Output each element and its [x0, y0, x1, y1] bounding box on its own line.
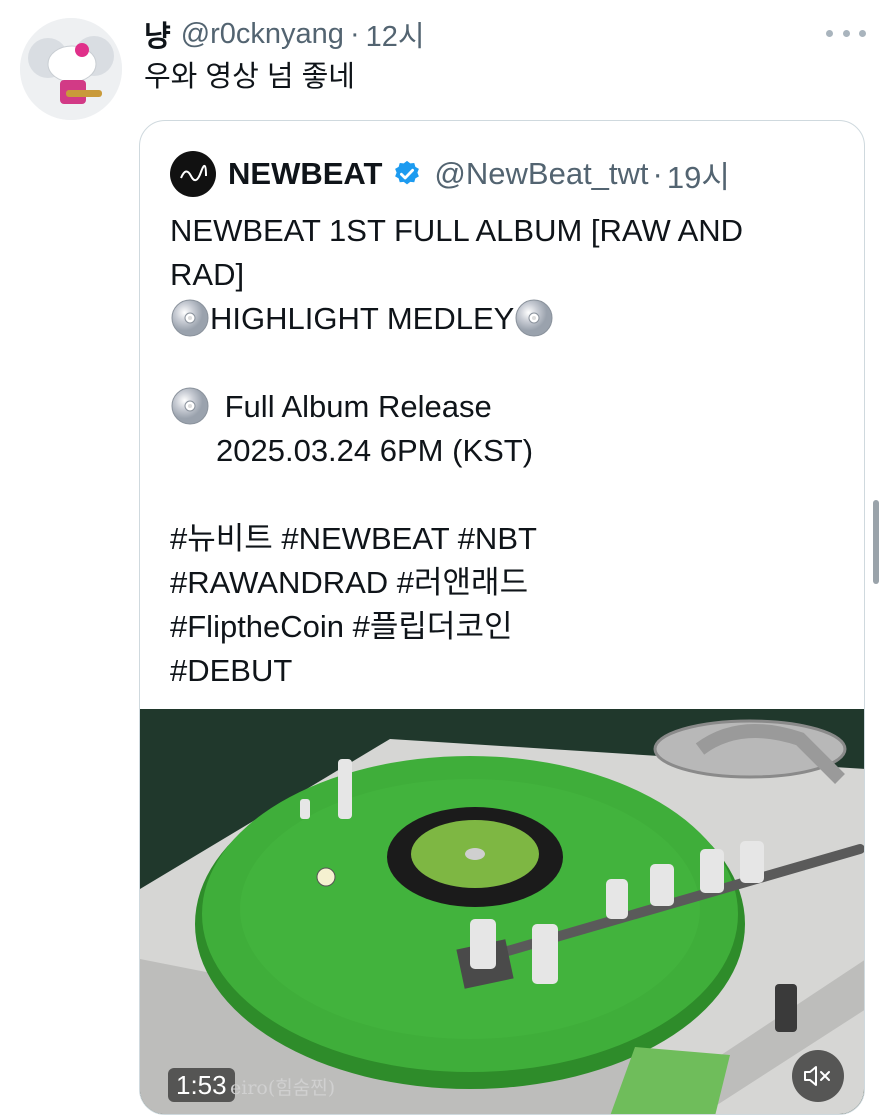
avatar-image	[20, 18, 122, 120]
user-avatar[interactable]	[20, 18, 122, 120]
cd-disc-icon	[514, 298, 554, 338]
tweet-time[interactable]: 12시	[366, 13, 425, 55]
text-line: Full Album Release	[170, 385, 850, 429]
more-horizontal-icon	[826, 29, 833, 37]
hashtag-line[interactable]: #뉴비트 #NEWBEAT #NBT	[170, 517, 850, 561]
newbeat-logo-icon	[180, 165, 207, 182]
cd-disc-icon	[170, 386, 210, 426]
quoted-author-name[interactable]: NEWBEAT	[228, 156, 382, 192]
video-player[interactable]: 1:53 eiro(힘숨찐)	[140, 709, 864, 1114]
text-line: HIGHLIGHT MEDLEY	[170, 297, 850, 341]
text-line: NEWBEAT 1ST FULL ALBUM [RAW AND	[170, 213, 744, 248]
text-line: RAD]	[170, 257, 245, 292]
video-duration: 1:53	[168, 1068, 235, 1102]
video-frame-turntable	[140, 709, 864, 1114]
tweet-text: 우와 영상 넘 좋네	[144, 61, 355, 93]
author-name[interactable]: 냥	[144, 13, 171, 55]
hashtag-line[interactable]: #DEBUT	[170, 649, 850, 693]
release-label: Full Album Release	[224, 389, 492, 424]
mute-button[interactable]	[792, 1050, 844, 1102]
author-handle[interactable]: @r0cknyang	[181, 18, 344, 51]
more-options-button[interactable]	[826, 20, 866, 46]
speaker-muted-icon	[804, 1066, 830, 1086]
quoted-author-avatar[interactable]	[170, 151, 216, 197]
separator-dot: ·	[349, 17, 360, 50]
verified-badge-icon	[392, 159, 422, 189]
release-date: 2025.03.24 6PM (KST)	[216, 433, 534, 468]
cd-disc-icon	[170, 298, 210, 338]
hashtag-line[interactable]: #FliptheCoin #플립더코인	[170, 605, 850, 649]
quoted-tweet-text: NEWBEAT 1ST FULL ALBUM [RAW AND RAD] HIG…	[170, 209, 850, 693]
quoted-tweet-header: NEWBEAT @NewBeat_twt · 19시	[170, 151, 730, 197]
quoted-author-handle[interactable]: @NewBeat_twt	[434, 156, 648, 192]
quoted-tweet-card[interactable]: NEWBEAT @NewBeat_twt · 19시 NEWBEAT 1ST F…	[139, 120, 865, 1115]
outer-tweet-header: 냥 @r0cknyang · 12시	[144, 14, 425, 54]
video-caption: eiro(힘숨찐)	[230, 1077, 336, 1099]
hashtag-line[interactable]: #RAWANDRAD #러앤래드	[170, 561, 850, 605]
page-scrollbar[interactable]	[873, 500, 879, 584]
quoted-tweet-time[interactable]: 19시	[667, 152, 730, 197]
highlight-medley-text: HIGHLIGHT MEDLEY	[210, 301, 515, 336]
separator-dot: ·	[652, 156, 663, 191]
